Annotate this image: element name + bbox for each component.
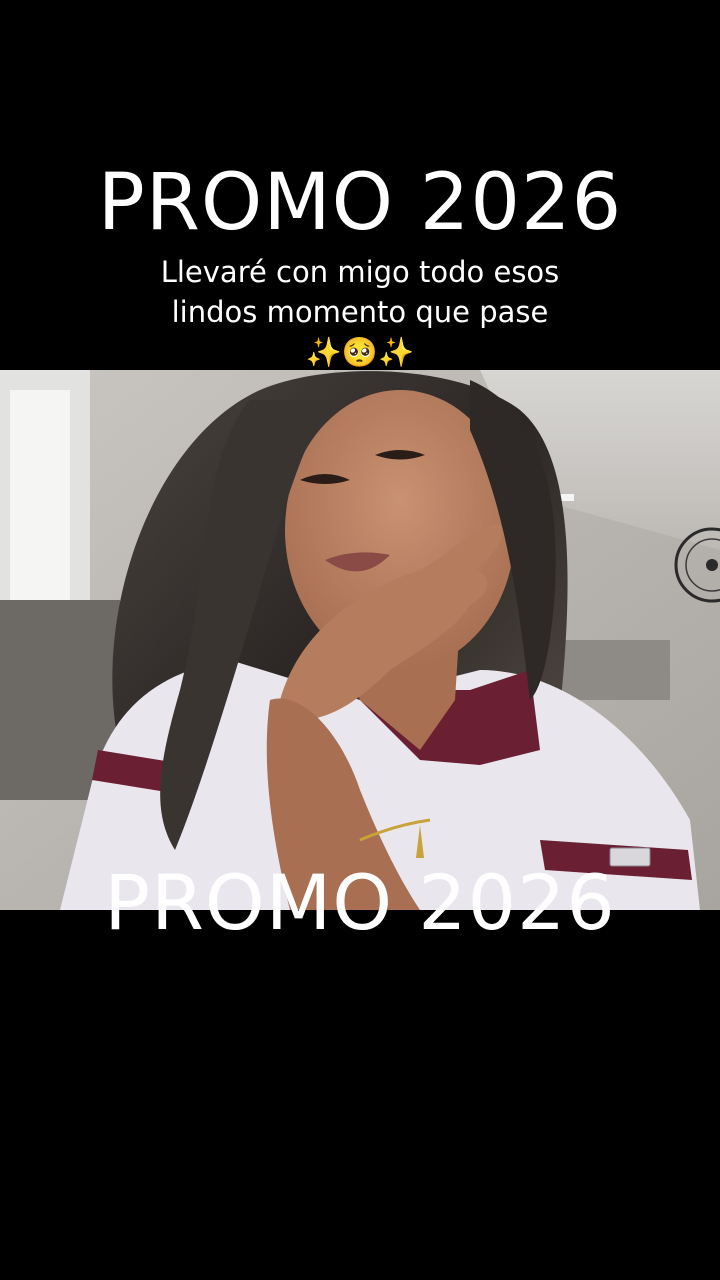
- selfie-illustration: [0, 370, 720, 910]
- caption-line-1: Llevaré con migo todo esos: [160, 255, 560, 289]
- promo-title-bottom: PROMO 2026: [104, 858, 616, 947]
- promo-title-top: PROMO 2026: [97, 158, 623, 248]
- window-light: [10, 390, 70, 610]
- shelf: [560, 640, 670, 700]
- caption-emoji: ✨🥺✨: [305, 335, 415, 369]
- caption-line-2: lindos momento que pase: [171, 295, 549, 329]
- selfie-photo: [0, 370, 720, 910]
- caption-text: Llevaré con migo todo esos lindos moment…: [0, 252, 720, 372]
